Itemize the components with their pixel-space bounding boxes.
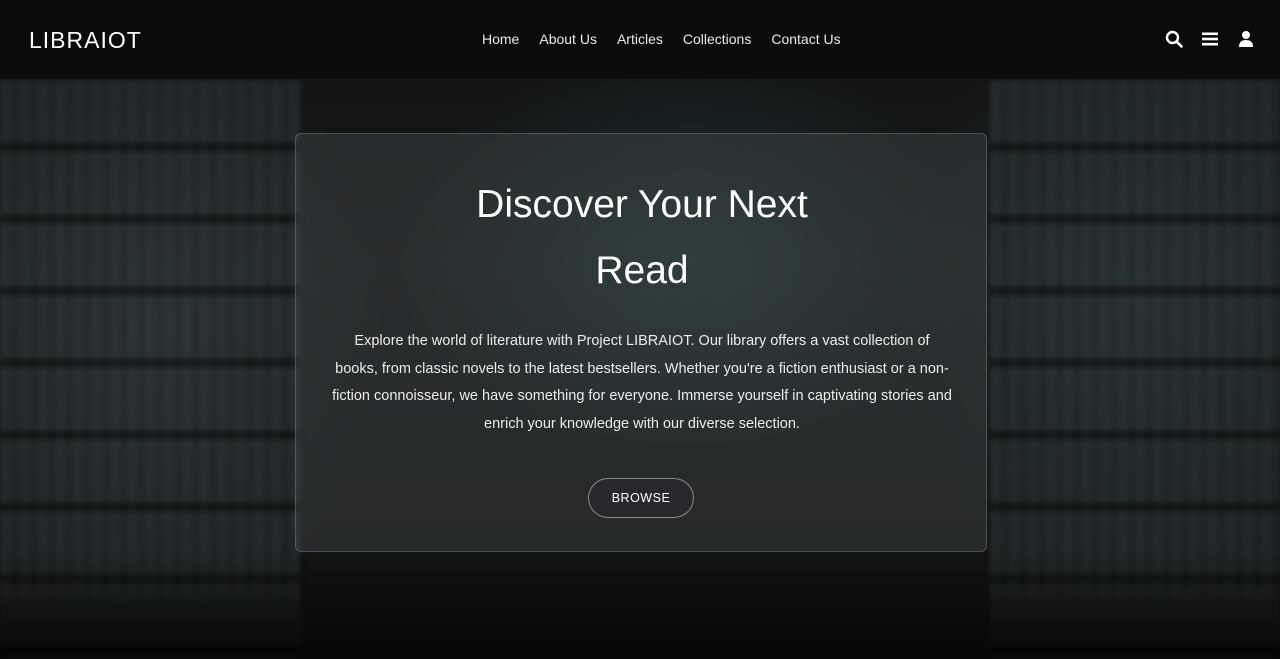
site-logo[interactable]: LIBRAIOT bbox=[29, 27, 142, 54]
search-icon[interactable] bbox=[1165, 30, 1183, 48]
hero-card: Discover Your Next Read Explore the worl… bbox=[295, 133, 987, 552]
books-right bbox=[990, 80, 1280, 599]
nav-links: Home About Us Articles Collections Conta… bbox=[482, 31, 841, 47]
nav-link-contact-us[interactable]: Contact Us bbox=[771, 31, 840, 47]
navbar: LIBRAIOT Home About Us Articles Collecti… bbox=[0, 0, 1280, 80]
menu-icon[interactable] bbox=[1201, 30, 1219, 48]
nav-icons bbox=[1165, 30, 1255, 48]
hero-description: Explore the world of literature with Pro… bbox=[332, 333, 952, 432]
nav-link-home[interactable]: Home bbox=[482, 31, 519, 47]
books-left bbox=[0, 80, 300, 599]
floor-shadow bbox=[0, 549, 1280, 659]
nav-link-collections[interactable]: Collections bbox=[683, 31, 751, 47]
hero-title: Discover Your Next Read bbox=[476, 183, 808, 292]
nav-link-articles[interactable]: Articles bbox=[617, 31, 663, 47]
user-icon[interactable] bbox=[1237, 30, 1255, 48]
nav-link-about-us[interactable]: About Us bbox=[539, 31, 597, 47]
browse-button[interactable]: BROWSE bbox=[588, 478, 694, 518]
